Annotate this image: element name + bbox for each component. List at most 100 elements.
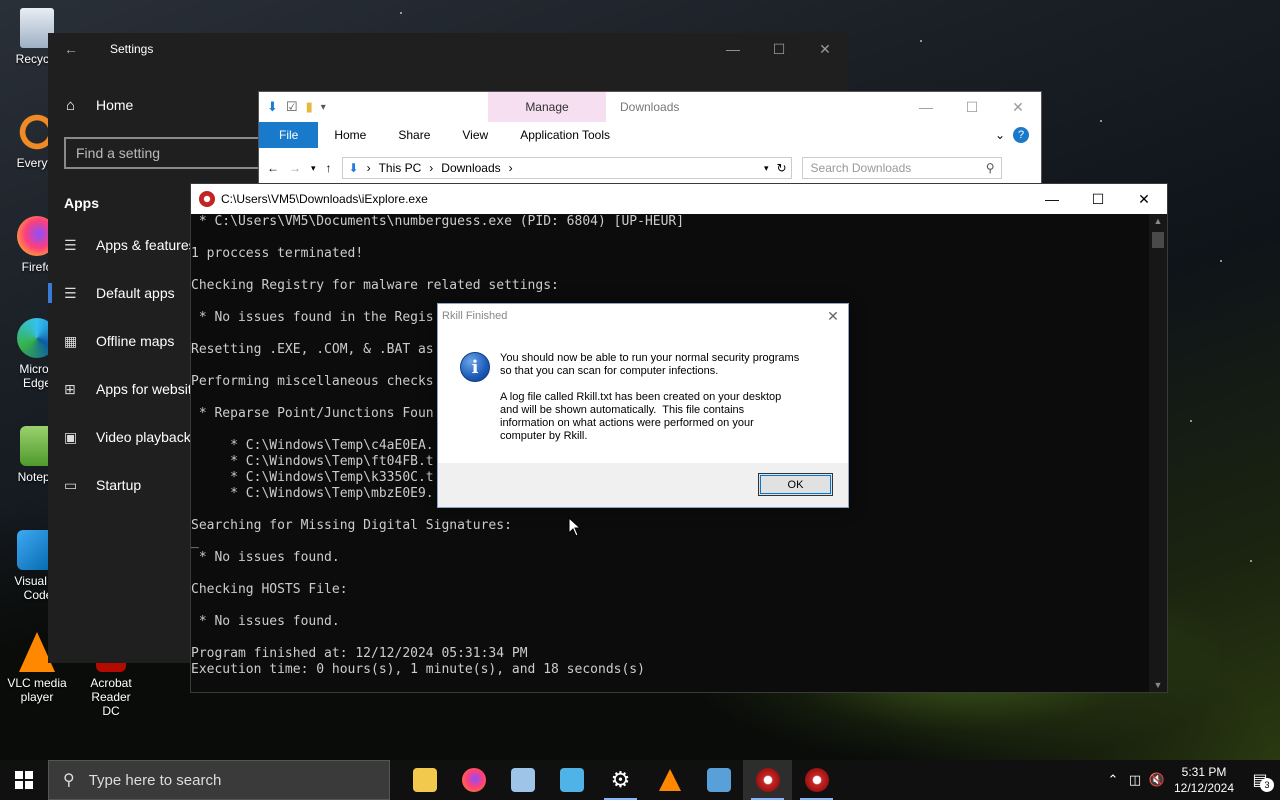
rkill-finished-dialog[interactable]: Rkill Finished ✕ i You should now be abl…	[437, 303, 849, 508]
help-icon[interactable]: ?	[1013, 127, 1029, 143]
maximize-button[interactable]: ☐	[1075, 183, 1121, 215]
map-icon: ▦	[64, 332, 78, 349]
minimize-button[interactable]: —	[1029, 183, 1075, 215]
web-app-icon: ⊞	[64, 380, 76, 397]
console-line: * C:\Users\VM5\Documents\numberguess.exe…	[191, 214, 685, 229]
ok-button[interactable]: OK	[758, 473, 833, 496]
scrollbar-thumb[interactable]	[1152, 232, 1164, 248]
rkill-icon	[199, 191, 215, 207]
console-line: Program finished at: 12/12/2024 05:31:34…	[191, 646, 528, 661]
scroll-down-arrow-icon[interactable]: ▼	[1149, 680, 1167, 690]
tab-share[interactable]: Share	[382, 122, 446, 148]
home-icon: ⌂	[66, 96, 76, 114]
up-arrow-icon[interactable]: ↑	[326, 161, 332, 175]
properties-icon[interactable]: ☑	[286, 99, 298, 115]
video-icon: ▣	[64, 428, 78, 445]
network-icon	[510, 768, 535, 792]
startup-icon: ▭	[64, 476, 78, 493]
taskbar-app-vlc[interactable]	[645, 760, 694, 800]
file-explorer-window[interactable]: ⬇ ☑ ▮ ▾ Manage Downloads — ☐ ✕ File Home…	[258, 91, 1042, 191]
tab-file[interactable]: File	[259, 122, 319, 148]
settings-titlebar[interactable]: ← Settings — ☐ ✕	[48, 33, 848, 65]
settings-search-input[interactable]: Find a setting	[64, 137, 274, 169]
settings-title: Settings	[110, 42, 154, 56]
maximize-button[interactable]: ☐	[756, 33, 802, 65]
taskbar-app-firefox[interactable]	[449, 760, 498, 800]
show-hidden-icons-icon[interactable]: ⌃	[1102, 772, 1124, 788]
notification-center-button[interactable]: ▤ 3	[1240, 760, 1280, 800]
back-arrow-icon[interactable]: ←	[267, 161, 279, 175]
console-line: _	[191, 534, 199, 549]
console-line: Execution time: 0 hours(s), 1 minute(s),…	[191, 662, 645, 677]
address-bar[interactable]: ⬇ › This PC › Downloads › ▾ ↻	[341, 157, 792, 179]
taskbar-app-photo-viewer[interactable]	[547, 760, 596, 800]
dialog-footer: OK	[438, 463, 848, 507]
scroll-up-arrow-icon[interactable]: ▲	[1149, 216, 1167, 226]
dialog-message: You should now be able to run your norma…	[500, 328, 826, 464]
clock-time: 5:31 PM	[1181, 765, 1227, 779]
notification-badge: 3	[1260, 778, 1274, 792]
console-line: Checking Registry for malware related se…	[191, 278, 559, 293]
taskbar-app-network[interactable]	[498, 760, 547, 800]
customize-qa-icon[interactable]: ▾	[321, 102, 326, 113]
start-button[interactable]	[0, 760, 48, 800]
recent-locations-icon[interactable]: ▾	[311, 163, 316, 174]
breadcrumb-downloads[interactable]: Downloads	[441, 161, 500, 175]
vlc-icon	[658, 769, 681, 791]
tab-home[interactable]: Home	[318, 122, 382, 148]
dialog-body: i You should now be able to run your nor…	[438, 328, 848, 464]
console-line: * No issues found.	[191, 550, 340, 565]
new-folder-icon[interactable]: ▮	[306, 99, 313, 115]
firefox-icon	[461, 768, 486, 792]
minimize-button[interactable]: —	[710, 33, 756, 65]
dialog-titlebar[interactable]: Rkill Finished ✕	[438, 304, 848, 328]
dialog-title: Rkill Finished	[442, 310, 508, 322]
explorer-search-input[interactable]: Search Downloads ⚲	[801, 157, 1002, 179]
taskbar: ⚲ Type here to search ⚙ ⌃ ◫ 🔇 5:31 PM 12…	[0, 760, 1280, 800]
tab-view[interactable]: View	[446, 122, 504, 148]
back-arrow-icon[interactable]: ←	[48, 41, 94, 57]
taskbar-apps: ⚙	[400, 760, 841, 800]
close-button[interactable]: ✕	[802, 33, 848, 65]
close-icon[interactable]: ✕	[818, 308, 848, 325]
quick-access-toolbar: ⬇ ☑ ▮ ▾	[259, 99, 488, 115]
close-button[interactable]: ✕	[1121, 183, 1167, 215]
console-title: C:\Users\VM5\Downloads\iExplore.exe	[221, 192, 428, 206]
taskbar-search-input[interactable]: ⚲ Type here to search	[48, 760, 390, 800]
console-line: Searching for Missing Digital Signatures…	[191, 518, 512, 533]
taskbar-app-file-explorer[interactable]	[400, 760, 449, 800]
tab-application-tools[interactable]: Application Tools	[504, 122, 626, 148]
breadcrumb-this-pc[interactable]: This PC	[379, 161, 422, 175]
download-arrow-icon[interactable]: ⬇	[267, 99, 278, 115]
volume-muted-icon[interactable]: 🔇	[1146, 772, 1168, 788]
taskbar-app-control-panel[interactable]	[694, 760, 743, 800]
file-explorer-icon	[412, 768, 437, 792]
search-icon: ⚲	[63, 772, 75, 789]
ribbon-expand-icon[interactable]: ⌄	[995, 128, 1005, 142]
taskbar-app-rkill[interactable]	[743, 760, 792, 800]
clock[interactable]: 5:31 PM 12/12/2024	[1168, 764, 1240, 796]
console-scrollbar[interactable]: ▲ ▼	[1149, 214, 1167, 692]
address-dropdown-icon[interactable]: ▾	[764, 163, 769, 174]
explorer-titlebar[interactable]: ⬇ ☑ ▮ ▾ Manage Downloads — ☐ ✕	[259, 92, 1041, 122]
minimize-button[interactable]: —	[903, 91, 949, 123]
maximize-button[interactable]: ☐	[949, 91, 995, 123]
explorer-title: Downloads	[620, 100, 680, 114]
tab-manage[interactable]: Manage	[488, 92, 606, 122]
console-titlebar[interactable]: C:\Users\VM5\Downloads\iExplore.exe — ☐ …	[191, 184, 1167, 214]
taskbar-app-rkill[interactable]	[792, 760, 841, 800]
taskbar-app-settings-gear[interactable]: ⚙	[596, 760, 645, 800]
downloads-folder-icon: ⬇	[348, 161, 359, 175]
info-icon: i	[460, 352, 490, 382]
refresh-icon[interactable]: ↻	[776, 161, 786, 175]
photo-viewer-icon	[559, 768, 584, 792]
dialog-paragraph-2: A log file called Rkill.txt has been cre…	[500, 391, 782, 442]
forward-arrow-icon[interactable]: →	[289, 161, 301, 175]
system-tray: ⌃ ◫ 🔇 5:31 PM 12/12/2024 ▤ 3	[1102, 760, 1280, 800]
close-button[interactable]: ✕	[995, 91, 1041, 123]
network-icon[interactable]: ◫	[1124, 772, 1146, 788]
settings-home-link[interactable]: ⌂ Home	[48, 85, 258, 125]
